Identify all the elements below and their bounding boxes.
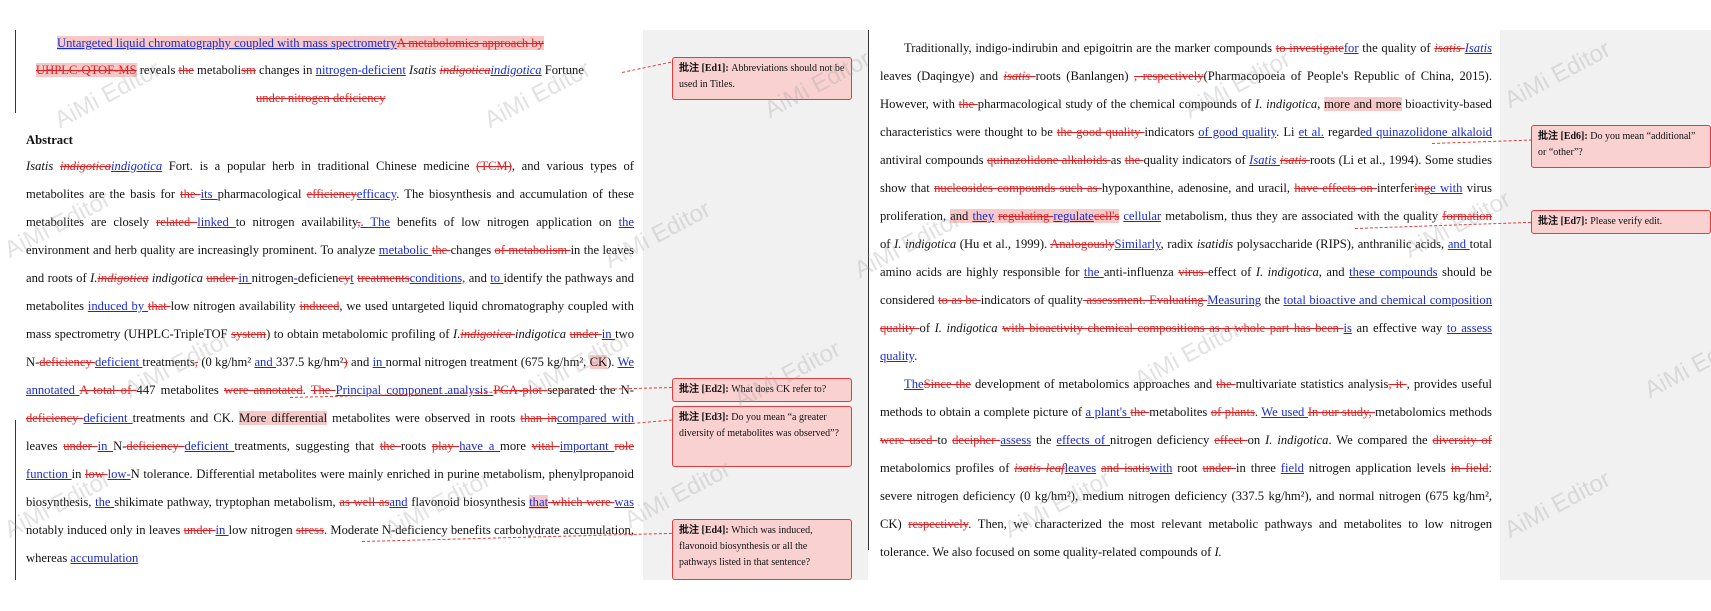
abstract-body: Isatis indigoticaindigotica Fort. is a p… [26,159,635,565]
comment-margin-left [643,30,868,580]
abstract-heading: Abstract [26,133,73,147]
title-line-3: under nitrogen deficiency [256,91,386,105]
title-line-1: Untargeted liquid chromatography coupled… [57,36,544,50]
comment-ed1[interactable]: 批注 [Ed1]: Abbreviations should not be us… [672,57,852,100]
comment-ed4[interactable]: 批注 [Ed4]: Which was induced, flavonoid b… [672,519,852,580]
change-bar [868,30,869,550]
comment-ed2[interactable]: 批注 [Ed2]: What does CK refer to? [672,378,852,402]
comment-ed6[interactable]: 批注 [Ed6]: Do you mean “additional” or “o… [1531,125,1711,168]
change-bar [15,420,16,580]
change-bar [15,30,16,113]
comment-ed7[interactable]: 批注 [Ed7]: Please verify edit. [1531,210,1711,234]
comment-margin-right [1500,30,1711,580]
comment-ed3[interactable]: 批注 [Ed3]: Do you mean “a greater diversi… [672,406,852,467]
introduction-body: Traditionally, indigo-indirubin and epig… [880,41,1493,559]
title-line-2: UHPLC-QTOF-MS reveals the metabolism cha… [36,63,584,77]
